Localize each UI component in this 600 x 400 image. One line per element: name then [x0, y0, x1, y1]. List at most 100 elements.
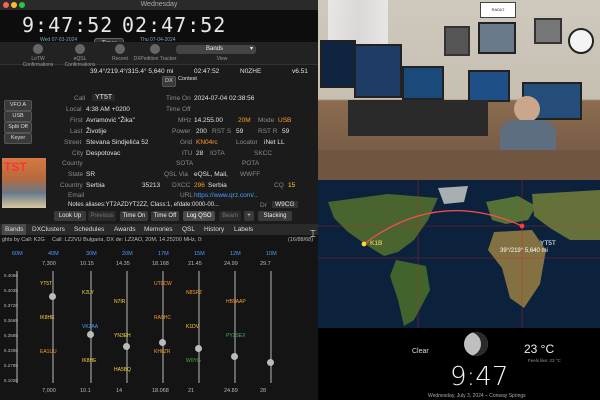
tab-bands[interactable]: Bands — [2, 224, 27, 235]
mode-field[interactable]: USB — [278, 117, 291, 124]
log-qso-button[interactable]: Log QSO — [183, 211, 215, 221]
weather-condition: Clear — [412, 348, 429, 355]
mode-select[interactable]: USB — [4, 111, 32, 122]
spot-callsign[interactable]: N7IR — [114, 299, 125, 305]
spot-callsign[interactable]: EA1UU — [40, 349, 57, 355]
dx-button[interactable]: DX — [162, 76, 176, 87]
time-off-button[interactable]: Time Off — [151, 211, 179, 221]
previous-button[interactable]: Previous — [88, 211, 116, 221]
minimize-button[interactable] — [11, 2, 17, 8]
band-60m-freq: 5.4035 — [4, 288, 18, 293]
grid-field[interactable]: KN04rc — [196, 139, 218, 146]
spot-callsign[interactable]: HB9AAP — [226, 299, 246, 305]
dxpedition-icon[interactable] — [150, 44, 160, 54]
lookup-button[interactable]: Look Up — [54, 211, 86, 221]
band-bottom-freq: 18.068 — [152, 388, 169, 394]
toolbar: LoTW Confirmations eQSL Confirmations Re… — [0, 42, 318, 68]
band-column-line — [162, 271, 164, 383]
zip-field[interactable]: 35213 — [142, 182, 160, 189]
tab-qsl[interactable]: QSL — [182, 224, 195, 235]
qsl-via-label: QSL Via — [164, 171, 188, 178]
itu-field[interactable]: 28 — [196, 150, 203, 157]
keyer-button[interactable]: Keyer — [4, 133, 32, 144]
dr-label: Dr — [260, 202, 267, 209]
spot-callsign[interactable]: IK8HE — [40, 315, 54, 321]
tab-labels[interactable]: Labels — [234, 224, 253, 235]
bands-dropdown[interactable]: Bands ▾ — [176, 45, 256, 54]
band-top-freq: 10.15 — [80, 261, 94, 267]
spot-callsign[interactable]: K1DV — [186, 324, 199, 330]
contest-label[interactable]: Contest — [178, 76, 197, 82]
band-60m-freq: 5.3665 — [4, 318, 18, 323]
utc-clock: 02:47:52 — [122, 13, 227, 37]
power-field[interactable]: 200 — [196, 128, 207, 135]
tab-schedules[interactable]: Schedules — [74, 224, 104, 235]
spot-callsign[interactable]: VK2AA — [82, 324, 98, 330]
sota-label: SOTA — [176, 160, 194, 167]
status-time: 02:47:52 — [194, 68, 220, 75]
country-field[interactable]: Serbia — [86, 182, 105, 189]
state-field[interactable]: SR — [86, 171, 95, 178]
first-name-field[interactable]: Avramović "Žika" — [86, 117, 135, 124]
weather-date-location: Wednesday, July 3, 2024 – Conway Springs — [428, 393, 526, 399]
spot-callsign[interactable]: PY2SEX — [226, 333, 245, 339]
email-label: Email — [68, 192, 85, 199]
call-field[interactable]: YT5T — [92, 94, 116, 101]
monitor — [354, 44, 402, 98]
tab-memories[interactable]: Memories — [144, 224, 173, 235]
spot-callsign[interactable]: YT5T — [40, 281, 52, 287]
tab-history[interactable]: History — [204, 224, 224, 235]
notes-field[interactable]: Notes aliases:YT2AZDYT2ZZ, Class:1, efda… — [68, 202, 219, 208]
spot-callsign[interactable]: UT0CW — [154, 281, 172, 287]
city-field[interactable]: Despotovac — [86, 150, 120, 157]
url-link[interactable]: https://www.qrz.com/.. — [194, 192, 258, 199]
iota-label: IOTA — [210, 150, 225, 157]
spot-callsign[interactable]: YN3EH — [114, 333, 131, 339]
band-bottom-freq: 14 — [116, 388, 123, 394]
spot-callsign[interactable]: HA5BQ — [114, 367, 131, 373]
call-label: Call — [74, 95, 86, 102]
qsl-via-field[interactable]: eQSL, Mail, — [194, 171, 228, 178]
chevron-down-icon: ▾ — [249, 46, 253, 52]
beam-button[interactable]: Beam — [219, 211, 241, 221]
band-top-freq: 29.7 — [260, 261, 271, 267]
band-header-20M: 20M — [122, 251, 133, 257]
rst-sent-field[interactable]: 59 — [236, 128, 243, 135]
band-60m-freq: 5.3585 — [4, 333, 18, 338]
eqsl-icon[interactable] — [75, 44, 85, 54]
time-on-button[interactable]: Time On — [120, 211, 148, 221]
toolbar-view[interactable]: View — [200, 56, 244, 62]
spot-callsign[interactable]: N8SPZ — [186, 290, 202, 296]
last-name-field[interactable]: Životije — [86, 128, 107, 135]
spot-callsign[interactable]: KH6ZR — [154, 349, 170, 355]
band-bottom-freq: 10.1 — [80, 388, 91, 394]
band-marker-knob — [231, 353, 238, 360]
toolbar-dxpedition[interactable]: DXPedition Tracker — [133, 56, 177, 62]
band-value: 20M — [238, 117, 251, 124]
recent-icon[interactable] — [115, 44, 125, 54]
spot-callsign[interactable]: IK8HE — [82, 358, 96, 364]
skcc-label: SKCC — [254, 150, 273, 157]
close-button[interactable] — [3, 2, 9, 8]
street-field[interactable]: Stevana Sindjelića 52 — [86, 139, 149, 146]
vfo-select[interactable]: VFO A — [4, 100, 32, 111]
spot-callsign[interactable]: W0YG — [186, 358, 201, 364]
rst-rcvd-field[interactable]: 59 — [282, 128, 289, 135]
locator-value: iNet LL — [264, 139, 285, 146]
time-on-field[interactable]: 2024-07-04 02:38:56 — [194, 95, 254, 102]
dr-field[interactable]: W9CG — [272, 201, 298, 208]
add-icon[interactable]: + — [244, 211, 254, 221]
local-clock: 9:47:52 — [22, 13, 114, 37]
spot-callsign[interactable]: RA9HC — [154, 315, 171, 321]
spot-callsign[interactable]: K2LY — [82, 290, 94, 296]
tab-bar: Bands DXClusters Schedules Awards Memori… — [0, 224, 318, 235]
split-button[interactable]: Split Off — [4, 122, 32, 133]
tab-awards[interactable]: Awards — [114, 224, 136, 235]
band-marker-knob — [195, 345, 202, 352]
zoom-button[interactable] — [19, 2, 25, 8]
stacking-dropdown[interactable]: Stacking — [258, 211, 292, 221]
tab-dxclusters[interactable]: DXClusters — [32, 224, 65, 235]
bands-dropdown-label: Bands — [206, 46, 224, 52]
frequency-field[interactable]: 14.255.00 — [194, 117, 223, 124]
lotw-icon[interactable] — [33, 44, 43, 54]
